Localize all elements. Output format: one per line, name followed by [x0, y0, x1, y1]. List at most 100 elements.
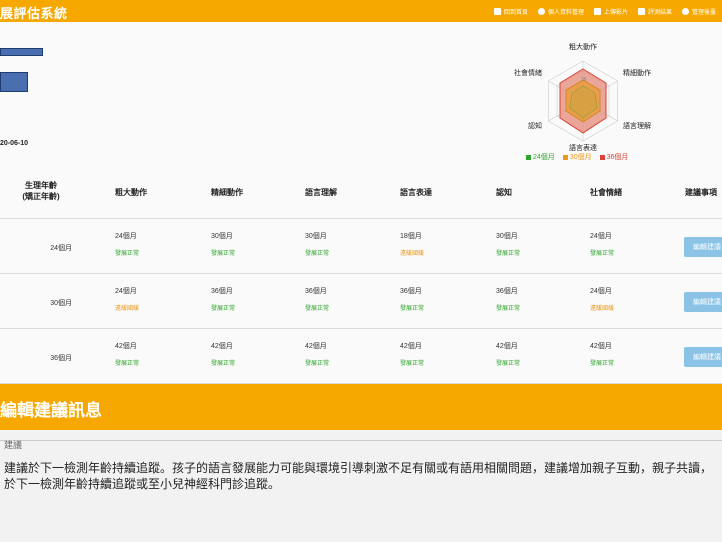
cell-month: 42個月: [496, 343, 518, 350]
nav-upload[interactable]: 上傳影片: [593, 7, 628, 16]
table-row: 36個月 42個月 發展正常 42個月 發展正常 42個月 發展正常 42個月 發展正常 42個月…: [0, 329, 722, 384]
table-cell: 42個月發展正常: [305, 341, 365, 367]
table-cell: 36個月 發展正常: [496, 286, 556, 312]
cell-status: 遠緩國緩: [115, 306, 140, 312]
header-social-emotion: 社會情緒: [590, 188, 622, 197]
edit-advice-title: 編輯建議訊息: [0, 401, 102, 420]
nav-home[interactable]: 回到首頁: [493, 7, 528, 16]
app-title: 展評估系統: [0, 6, 68, 21]
cell-month: 24個月: [115, 233, 137, 240]
nav-label: 個人資料管理: [547, 9, 584, 16]
table-cell: 24個月遠緩國緩: [115, 286, 175, 312]
cell-month: 30個月: [496, 233, 518, 240]
nav-profile[interactable]: 個人資料管理: [537, 7, 584, 16]
header-language-expression: 語言表達: [400, 188, 432, 197]
radar-scale-label: 36: [581, 77, 587, 83]
nav-label: 上傳影片: [603, 9, 628, 16]
nav-label: 管理後臺: [691, 9, 716, 16]
cell-status: 發展正常: [305, 251, 330, 257]
table-cell: 24個月發展正常: [115, 231, 175, 257]
result-panel: 20-06-10 36 粗大動作 精細動作 語言理解 語言表達 認知 社會情緒 …: [0, 22, 722, 384]
cell-status: 發展正常: [590, 361, 615, 367]
cell-status: 發展正常: [496, 306, 521, 312]
cell-month: 24個月: [115, 288, 137, 295]
nav-label: 評測結果: [647, 9, 672, 16]
legend-30[interactable]: 30個月: [562, 152, 592, 162]
cell-status: 發展正常: [211, 306, 236, 312]
cell-status: 發展正常: [590, 251, 615, 257]
cell-month: 42個月: [115, 343, 137, 350]
header-gross-motor: 粗大動作: [115, 188, 147, 197]
cell-month: 42個月: [305, 343, 327, 350]
advice-label: 建議: [4, 440, 23, 450]
top-bar: 展評估系統 回到首頁 個人資料管理 上傳影片 評測結果 管理後臺: [0, 0, 722, 22]
upload-icon: [593, 7, 601, 15]
table-cell: 30個月 發展正常: [305, 231, 365, 257]
table-cell: 36個月發展正常: [211, 286, 271, 312]
top-nav: 回到首頁 個人資料管理 上傳影片 評測結果 管理後臺: [493, 0, 716, 22]
home-icon: [493, 7, 501, 15]
cell-status: 遠緩國緩: [400, 251, 425, 257]
table-row: 30個月 24個月 遠緩國緩 36個月 發展正常 36個月 發展正常 36個月 發展正常 36個月…: [0, 274, 722, 329]
table-cell: 30個月發展正常: [211, 231, 271, 257]
user-icon: [537, 7, 545, 15]
table-cell: 42個月 發展正常: [211, 341, 271, 367]
row-age: 36個月: [50, 355, 72, 362]
advice-textarea[interactable]: 建議於下一檢測年齡持續追蹤。孩子的語言發展能力可能與環境引導刺激不足有關或有語用…: [4, 460, 714, 492]
divider: [0, 440, 722, 441]
cell-month: 42個月: [590, 343, 612, 350]
legend-24[interactable]: 24個月: [526, 152, 555, 162]
radar-axis-language-comprehension: 語言理解: [623, 121, 651, 130]
edit-advice-button[interactable]: 編輯建議: [684, 237, 722, 257]
edit-advice-body: 建議 建議於下一檢測年齡持續追蹤。孩子的語言發展能力可能與環境引導刺激不足有關或…: [0, 430, 722, 542]
table-header: 生理年齡 (矯正年齡) 粗大動作 精細動作 語言理解 語言表達 認知 社會情緒 …: [0, 174, 722, 219]
table-cell: 36個月發展正常: [305, 286, 365, 312]
edit-advice-button[interactable]: 編輯建議: [684, 292, 722, 312]
header-age-line2: (矯正年齡): [22, 192, 60, 201]
cell-month: 24個月: [590, 288, 612, 295]
cell-month: 18個月: [400, 233, 422, 240]
cell-status: 遠緩國緩: [590, 306, 615, 312]
test-date: 20-06-10: [0, 140, 29, 147]
cell-month: 42個月: [400, 343, 422, 350]
nav-results[interactable]: 評測結果: [637, 7, 672, 16]
cell-status: 發展正常: [496, 251, 521, 257]
cell-status: 發展正常: [400, 306, 425, 312]
radar-chart: 36 粗大動作 精細動作 語言理解 語言表達 認知 社會情緒: [500, 38, 660, 188]
radar-axis-fine-motor: 精細動作: [623, 68, 651, 77]
header-advice: 建議事項: [685, 188, 717, 197]
cell-status: 發展正常: [115, 251, 140, 257]
cell-month: 36個月: [400, 288, 422, 295]
legend-swatch: [562, 154, 568, 160]
table-cell: 42個月發展正常: [496, 341, 556, 367]
cell-status: 發展正常: [211, 251, 236, 257]
table-cell: 42個月發展正常: [590, 341, 650, 367]
cell-month: 36個月: [305, 288, 327, 295]
radar-axis-language-expression: 語言表達: [569, 143, 597, 152]
legend-swatch: [599, 154, 605, 160]
nav-label: 回到首頁: [503, 9, 528, 16]
table-cell: 24個月遠緩國緩: [590, 286, 650, 312]
edit-advice-button[interactable]: 編輯建議: [684, 347, 722, 367]
cell-status: 發展正常: [305, 306, 330, 312]
header-language-comprehension: 語言理解: [305, 188, 337, 197]
result-icon: [637, 7, 645, 15]
radar-svg: 36 粗大動作 精細動作 語言理解 語言表達 認知 社會情緒: [514, 42, 651, 152]
cell-status: 發展正常: [305, 361, 330, 367]
header-cognition: 認知: [496, 188, 512, 197]
radar-legend: 24個月 30個月 36個月: [526, 152, 628, 162]
cell-month: 42個月: [211, 343, 233, 350]
header-age: 生理年齡 (矯正年齡): [16, 180, 66, 202]
cell-status: 發展正常: [400, 361, 425, 367]
legend-36[interactable]: 36個月: [599, 152, 628, 162]
row-age: 30個月: [50, 300, 72, 307]
cell-month: 24個月: [590, 233, 612, 240]
gear-icon: [681, 7, 689, 15]
table-cell: 18個月遠緩國緩: [400, 231, 460, 257]
nav-admin[interactable]: 管理後臺: [681, 7, 716, 16]
cell-month: 36個月: [211, 288, 233, 295]
profile-block: [0, 72, 28, 92]
cell-status: 發展正常: [496, 361, 521, 367]
edit-advice-header: 編輯建議訊息: [0, 384, 722, 430]
cell-month: 30個月: [211, 233, 233, 240]
